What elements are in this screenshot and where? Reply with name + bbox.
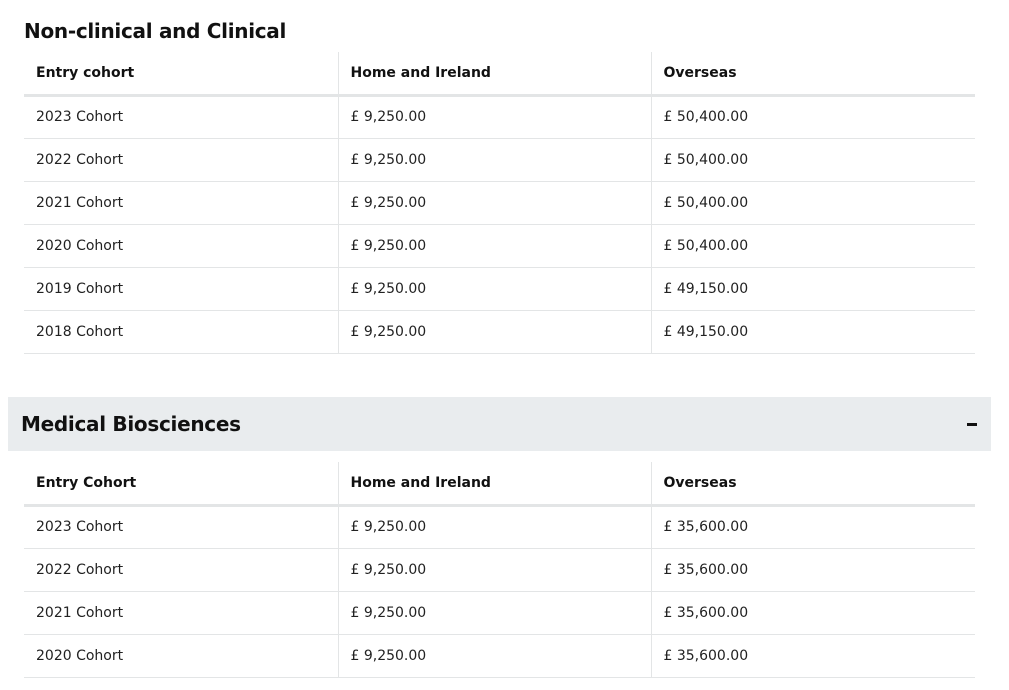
accordion-title: Medical Biosciences (21, 412, 241, 436)
cell-cohort: 2022 Cohort (24, 138, 338, 182)
cell-home-fee: £ 9,250.00 (337, 267, 651, 311)
cell-cohort: 2023 Cohort (24, 505, 338, 549)
cell-cohort: 2021 Cohort (24, 591, 338, 635)
cell-home-fee: £ 9,250.00 (337, 224, 651, 268)
table-row: 2023 Cohort £ 9,250.00 £ 35,600.00 (24, 505, 975, 549)
cell-home-fee: £ 9,250.00 (337, 95, 651, 139)
cell-home-fee: £ 9,250.00 (337, 505, 651, 549)
fees-table-medical-biosciences: Entry Cohort Home and Ireland Overseas 2… (24, 462, 975, 678)
cell-overseas-fee: £ 49,150.00 (650, 310, 975, 354)
cell-cohort: 2023 Cohort (24, 95, 338, 139)
column-header-overseas: Overseas (650, 52, 975, 97)
cell-home-fee: £ 9,250.00 (337, 310, 651, 354)
cell-home-fee: £ 9,250.00 (337, 634, 651, 678)
cell-cohort: 2020 Cohort (24, 634, 338, 678)
table-row: 2018 Cohort £ 9,250.00 £ 49,150.00 (24, 310, 975, 354)
accordion-header-medical-biosciences[interactable]: Medical Biosciences (8, 397, 991, 451)
cell-home-fee: £ 9,250.00 (337, 548, 651, 592)
table-header-row: Entry cohort Home and Ireland Overseas (24, 52, 975, 97)
cell-home-fee: £ 9,250.00 (337, 591, 651, 635)
cell-overseas-fee: £ 50,400.00 (650, 138, 975, 182)
table-header-row: Entry Cohort Home and Ireland Overseas (24, 462, 975, 507)
cell-home-fee: £ 9,250.00 (337, 138, 651, 182)
cell-cohort: 2018 Cohort (24, 310, 338, 354)
table-row: 2021 Cohort £ 9,250.00 £ 50,400.00 (24, 181, 975, 225)
table-row: 2021 Cohort £ 9,250.00 £ 35,600.00 (24, 591, 975, 635)
cell-overseas-fee: £ 50,400.00 (650, 181, 975, 225)
fees-table-non-clinical: Entry cohort Home and Ireland Overseas 2… (24, 52, 975, 354)
cell-cohort: 2022 Cohort (24, 548, 338, 592)
cell-overseas-fee: £ 50,400.00 (650, 224, 975, 268)
table-row: 2020 Cohort £ 9,250.00 £ 50,400.00 (24, 224, 975, 268)
cell-overseas-fee: £ 35,600.00 (650, 634, 975, 678)
cell-overseas-fee: £ 35,600.00 (650, 548, 975, 592)
column-header-home-ireland: Home and Ireland (337, 52, 651, 97)
cell-overseas-fee: £ 49,150.00 (650, 267, 975, 311)
table-row: 2020 Cohort £ 9,250.00 £ 35,600.00 (24, 634, 975, 678)
column-header-overseas: Overseas (650, 462, 975, 507)
table-row: 2022 Cohort £ 9,250.00 £ 50,400.00 (24, 138, 975, 182)
table-row: 2019 Cohort £ 9,250.00 £ 49,150.00 (24, 267, 975, 311)
cell-cohort: 2020 Cohort (24, 224, 338, 268)
minus-icon[interactable] (967, 422, 977, 426)
cell-cohort: 2021 Cohort (24, 181, 338, 225)
table-row: 2023 Cohort £ 9,250.00 £ 50,400.00 (24, 95, 975, 139)
column-header-home-ireland: Home and Ireland (337, 462, 651, 507)
column-header-entry-cohort: Entry cohort (24, 52, 338, 97)
section-title-non-clinical: Non-clinical and Clinical (24, 19, 287, 43)
cell-overseas-fee: £ 35,600.00 (650, 505, 975, 549)
cell-cohort: 2019 Cohort (24, 267, 338, 311)
cell-overseas-fee: £ 50,400.00 (650, 95, 975, 139)
cell-home-fee: £ 9,250.00 (337, 181, 651, 225)
column-header-entry-cohort: Entry Cohort (24, 462, 338, 507)
table-row: 2022 Cohort £ 9,250.00 £ 35,600.00 (24, 548, 975, 592)
cell-overseas-fee: £ 35,600.00 (650, 591, 975, 635)
